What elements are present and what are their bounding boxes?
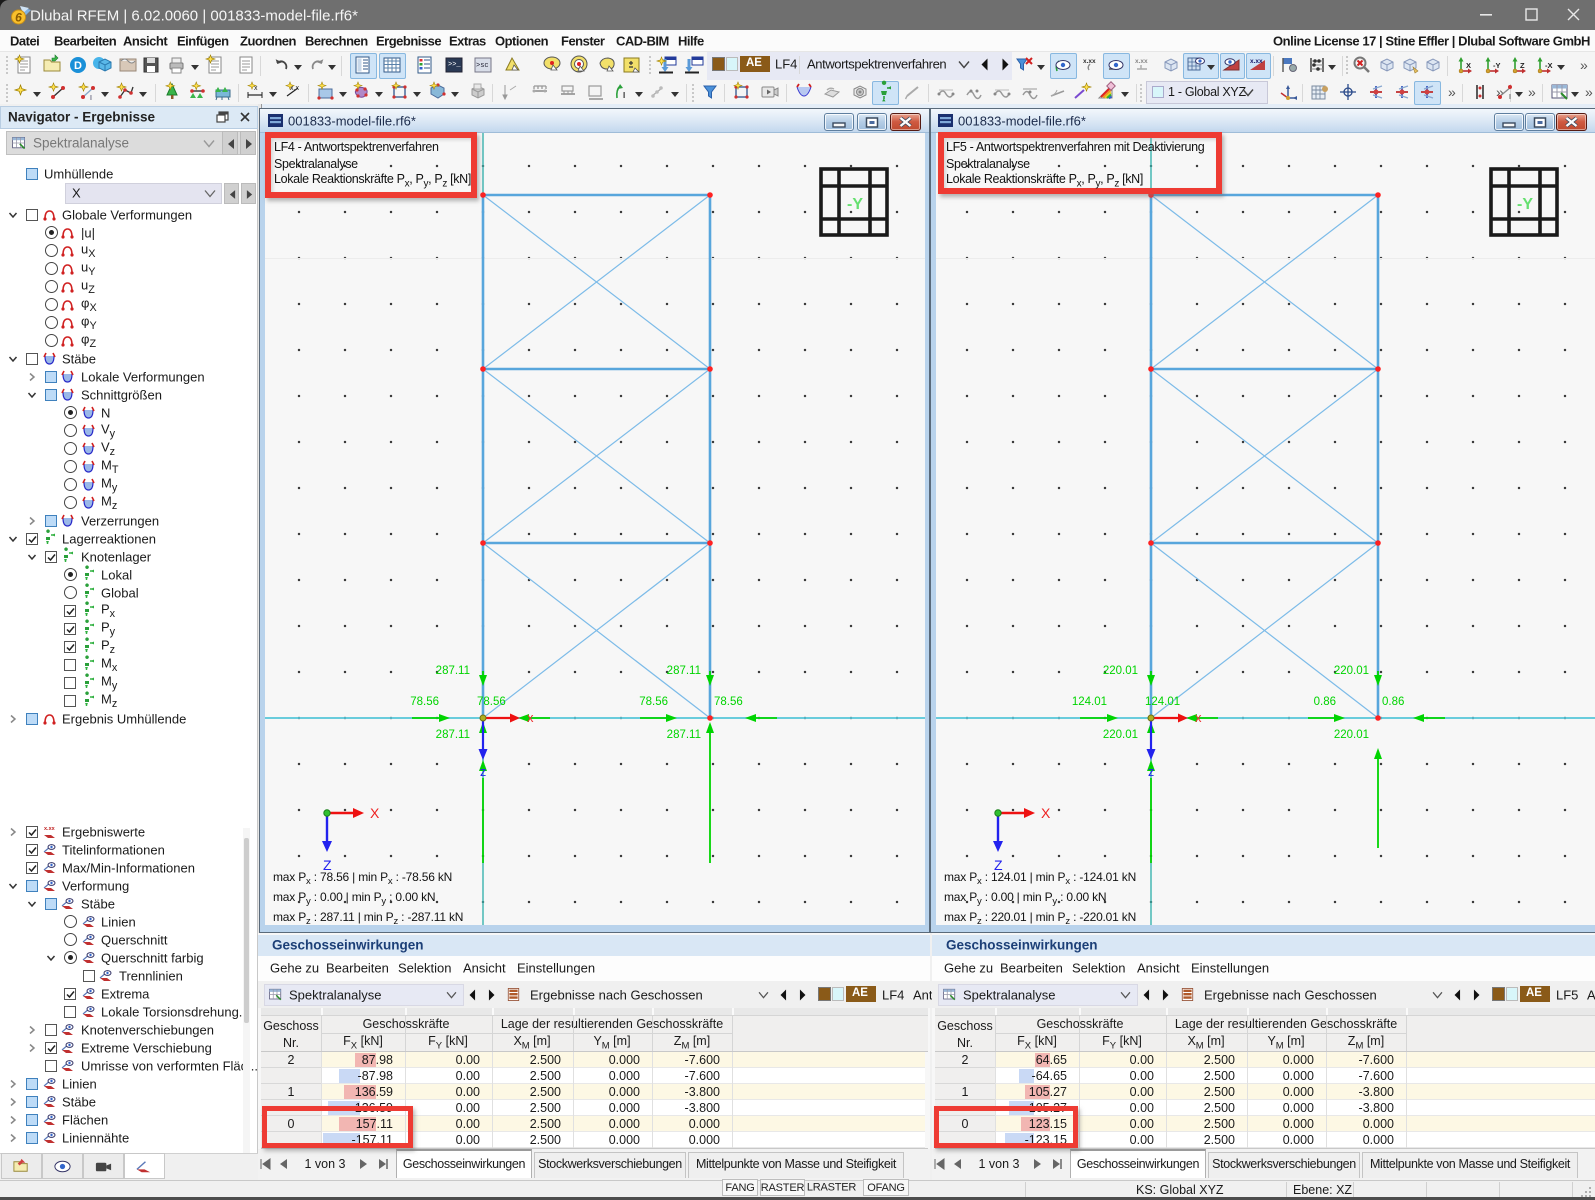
svg-text:>>_: >>_ (448, 61, 461, 69)
svg-text:0.86: 0.86 (1314, 696, 1336, 708)
svg-text:max Py : 0.00 | min Py : 0.00: max Py : 0.00 | min Py : 0.00 kN (944, 890, 1106, 907)
svg-text:X: X (370, 805, 380, 821)
svg-text:220.01: 220.01 (1334, 665, 1369, 677)
svg-text:D: D (74, 60, 82, 72)
svg-text:I: I (1509, 94, 1511, 101)
svg-text:I: I (623, 91, 625, 100)
svg-text:124.01: 124.01 (1145, 696, 1180, 708)
svg-text:124.01: 124.01 (1072, 696, 1107, 708)
svg-text:x: x (1195, 710, 1202, 725)
svg-text:6: 6 (15, 11, 22, 25)
svg-text:-X: -X (1545, 61, 1553, 70)
svg-text:>sc: >sc (476, 62, 489, 70)
svg-text:287.11: 287.11 (436, 729, 470, 741)
svg-text:max Pz : 287.11 | min Pz : -28: max Pz : 287.11 | min Pz : -287.11 kN (273, 910, 463, 927)
svg-text:-Y: -Y (1517, 196, 1533, 213)
svg-text:I: I (90, 95, 92, 102)
svg-text:78.56: 78.56 (477, 696, 506, 708)
svg-text:287.11: 287.11 (667, 729, 701, 741)
svg-text:Z: Z (1520, 61, 1525, 70)
svg-text:max Pz : 220.01 | min Pz : -22: max Pz : 220.01 | min Pz : -220.01 kN (944, 910, 1136, 927)
svg-text:X: X (1466, 61, 1471, 70)
svg-text:220.01: 220.01 (1103, 665, 1138, 677)
svg-text:78.56: 78.56 (714, 696, 743, 708)
svg-text:X: X (1041, 805, 1051, 821)
svg-text:-Y: -Y (847, 196, 863, 213)
svg-text:220.01: 220.01 (1334, 729, 1369, 741)
svg-text:z: z (480, 765, 486, 779)
svg-text:z: z (1148, 765, 1154, 779)
svg-text:287.11: 287.11 (436, 665, 470, 677)
svg-text:max Py : 0.00 | min Py : 0.00: max Py : 0.00 | min Py : 0.00 kN (273, 890, 435, 907)
svg-text:max Px : 78.56 | min Px : -78.: max Px : 78.56 | min Px : -78.56 kN (273, 870, 452, 887)
svg-text:0.86: 0.86 (1382, 696, 1404, 708)
svg-text:x.xx: x.xx (1250, 58, 1263, 65)
svg-text:78.56: 78.56 (639, 696, 668, 708)
svg-text:287.11: 287.11 (667, 665, 701, 677)
svg-text:78.56: 78.56 (410, 696, 439, 708)
svg-text:x.xx: x.xx (1135, 58, 1148, 65)
svg-text:x: x (527, 710, 534, 725)
svg-text:220.01: 220.01 (1103, 729, 1138, 741)
svg-text:max Px : 124.01 | min Px : -12: max Px : 124.01 | min Px : -124.01 kN (944, 870, 1136, 887)
svg-text:x.xx: x.xx (44, 826, 56, 832)
svg-text:-Y: -Y (1493, 61, 1501, 70)
